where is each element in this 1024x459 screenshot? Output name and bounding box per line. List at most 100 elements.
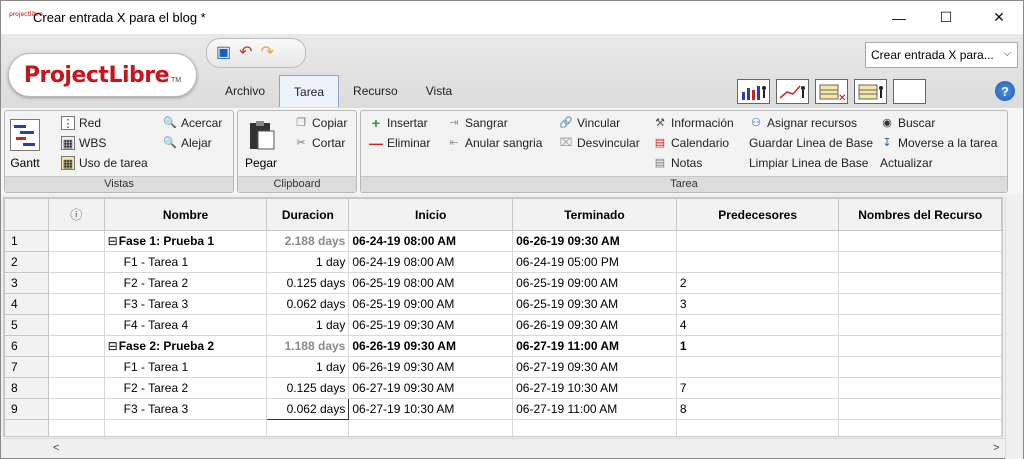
table-row[interactable]: 6 ⊟Fase 2: Prueba 2 1.188 days 06-26-19 09:… <box>4 335 1002 357</box>
info-button[interactable]: ⚒ Información <box>653 116 734 130</box>
task-predecessors[interactable]: 3 <box>675 293 840 315</box>
scroll-left-icon[interactable]: < <box>53 442 59 454</box>
task-resources[interactable] <box>838 314 1002 336</box>
row-number[interactable]: 6 <box>4 335 49 357</box>
task-resources[interactable] <box>838 356 1002 378</box>
task-name[interactable]: F3 - Tarea 3 <box>103 398 268 420</box>
task-usage-view-icon[interactable]: ✕ <box>815 79 848 104</box>
column-header-predecesores[interactable]: Predecesores <box>675 198 840 231</box>
task-start[interactable]: 06-25-19 09:30 AM <box>348 314 514 336</box>
table-row[interactable]: 3 F2 - Tarea 2 0.125 days 06-25-19 08:00 AM… <box>4 272 1002 294</box>
task-name[interactable]: F1 - Tarea 1 <box>103 356 268 378</box>
calendar-button[interactable]: ▤ Calendario <box>653 136 729 150</box>
column-header-inicio[interactable]: Inicio <box>348 198 514 231</box>
table-row[interactable]: 5 F4 - Tarea 4 1 day 06-25-19 09:30 AM 06-26… <box>4 314 1002 336</box>
cut-button[interactable]: ✂ Cortar <box>294 136 345 150</box>
column-header-terminado[interactable]: Terminado <box>512 198 677 231</box>
save-icon[interactable]: ▣ <box>216 45 231 61</box>
task-start[interactable]: 06-24-19 08:00 AM <box>348 230 514 252</box>
find-button[interactable]: ◉ Buscar <box>880 116 935 130</box>
task-start[interactable]: 06-24-19 08:00 AM <box>348 251 514 273</box>
task-duration[interactable]: 0.062 days <box>266 293 350 315</box>
gantt-button[interactable]: Gantt <box>10 119 40 170</box>
row-number[interactable]: 9 <box>4 398 49 420</box>
tab-recurso[interactable]: Recurso <box>339 75 412 107</box>
task-finish[interactable]: 06-27-19 09:30 AM <box>512 356 677 378</box>
task-start[interactable]: 06-27-19 10:30 AM <box>348 398 514 420</box>
zoom-out-button[interactable]: 🔍 Alejar <box>163 136 212 150</box>
row-indicator-cell[interactable] <box>47 293 105 315</box>
summary-task-name[interactable]: ⊟Fase 2: Prueba 2 <box>103 335 268 357</box>
help-icon[interactable]: ? <box>995 81 1015 101</box>
task-predecessors[interactable]: 4 <box>675 314 840 336</box>
task-duration[interactable]: 0.125 days <box>266 377 350 399</box>
row-indicator-cell[interactable] <box>47 272 105 294</box>
row-number[interactable]: 2 <box>4 251 49 273</box>
task-name[interactable]: F4 - Tarea 4 <box>103 314 268 336</box>
table-row[interactable]: 1 ⊟Fase 1: Prueba 1 2.188 days 06-24-19 08:… <box>4 230 1002 252</box>
histogram-view-icon[interactable] <box>737 79 770 104</box>
task-duration[interactable]: 0.062 days <box>266 398 350 420</box>
table-row[interactable]: 8 F2 - Tarea 2 0.125 days 06-27-19 09:30 AM… <box>4 377 1002 399</box>
empty-row[interactable] <box>4 419 1002 436</box>
task-predecessors[interactable]: 8 <box>675 398 840 420</box>
task-duration[interactable]: 0.125 days <box>266 272 350 294</box>
row-indicator-cell[interactable] <box>47 398 105 420</box>
row-number[interactable]: 3 <box>4 272 49 294</box>
table-row[interactable]: 9 F3 - Tarea 3 0.062 days 06-27-19 10:30 AM… <box>4 398 1002 420</box>
copy-button[interactable]: ❐ Copiar <box>294 116 347 130</box>
outdent-button[interactable]: ⇤ Anular sangria <box>447 136 542 150</box>
row-number[interactable]: 5 <box>4 314 49 336</box>
empty-cell[interactable] <box>512 419 677 436</box>
insert-button[interactable]: + Insertar <box>369 116 428 130</box>
goto-task-button[interactable]: ↧ Moverse a la tarea <box>880 136 997 150</box>
wbs-button[interactable]: ▦ WBS <box>61 136 106 150</box>
tab-tarea[interactable]: Tarea <box>279 75 340 107</box>
undo-icon[interactable]: ↶ <box>239 45 252 61</box>
row-indicator-cell[interactable] <box>47 335 105 357</box>
column-header-nombre[interactable]: Nombre <box>103 198 268 231</box>
task-name[interactable]: F1 - Tarea 1 <box>103 251 268 273</box>
update-button[interactable]: Actualizar <box>880 156 933 170</box>
empty-cell[interactable] <box>675 419 840 436</box>
task-resources[interactable] <box>838 293 1002 315</box>
chart-view-icon[interactable] <box>776 79 809 104</box>
task-start[interactable]: 06-25-19 08:00 AM <box>348 272 514 294</box>
row-indicator-cell[interactable] <box>47 314 105 336</box>
horizontal-scrollbar[interactable]: < > <box>3 438 1005 458</box>
task-predecessors[interactable]: 7 <box>675 377 840 399</box>
task-predecessors[interactable]: 1 <box>675 335 840 357</box>
indent-button[interactable]: ⇥ Sangrar <box>447 116 507 130</box>
row-number[interactable]: 1 <box>4 230 49 252</box>
notes-button[interactable]: ▤ Notas <box>653 156 703 170</box>
table-row[interactable]: 7 F1 - Tarea 1 1 day 06-26-19 09:30 AM 06-27… <box>4 356 1002 378</box>
scroll-right-icon[interactable]: > <box>993 442 999 454</box>
unlink-button[interactable]: ⌧ Desvincular <box>559 136 640 150</box>
task-name[interactable]: F3 - Tarea 3 <box>103 293 268 315</box>
task-finish[interactable]: 06-27-19 11:00 AM <box>512 335 677 357</box>
task-resources[interactable] <box>838 377 1002 399</box>
maximize-button[interactable]: ☐ <box>923 1 969 34</box>
collapse-icon[interactable]: ⊟ <box>108 339 118 353</box>
task-start[interactable]: 06-26-19 09:30 AM <box>348 356 514 378</box>
column-header-info[interactable]: ⓘ <box>47 198 105 231</box>
row-indicator-cell[interactable] <box>47 356 105 378</box>
empty-cell[interactable] <box>266 419 350 436</box>
task-duration[interactable]: 1 day <box>266 356 350 378</box>
tab-archivo[interactable]: Archivo <box>211 75 279 107</box>
task-predecessors[interactable] <box>675 356 840 378</box>
assign-resources-button[interactable]: ⚇ Asignar recursos <box>749 116 857 130</box>
clear-baseline-button[interactable]: Limpiar Linea de Base <box>749 156 868 170</box>
redo-icon[interactable]: ↷ <box>261 45 274 61</box>
empty-cell[interactable] <box>838 419 1002 436</box>
task-start[interactable]: 06-25-19 09:00 AM <box>348 293 514 315</box>
table-row[interactable]: 4 F3 - Tarea 3 0.062 days 06-25-19 09:00 AM… <box>4 293 1002 315</box>
project-selector[interactable]: Crear entrada X para... ⌵ <box>865 42 1018 68</box>
table-row[interactable]: 2 F1 - Tarea 1 1 day 06-24-19 08:00 AM 06-24… <box>4 251 1002 273</box>
zoom-in-button[interactable]: 🔍 Acercar <box>163 116 222 130</box>
row-number[interactable]: 7 <box>4 356 49 378</box>
empty-cell[interactable] <box>47 419 105 436</box>
task-finish[interactable]: 06-27-19 11:00 AM <box>512 398 677 420</box>
row-number[interactable]: 4 <box>4 293 49 315</box>
collapse-icon[interactable]: ⊟ <box>108 234 118 248</box>
